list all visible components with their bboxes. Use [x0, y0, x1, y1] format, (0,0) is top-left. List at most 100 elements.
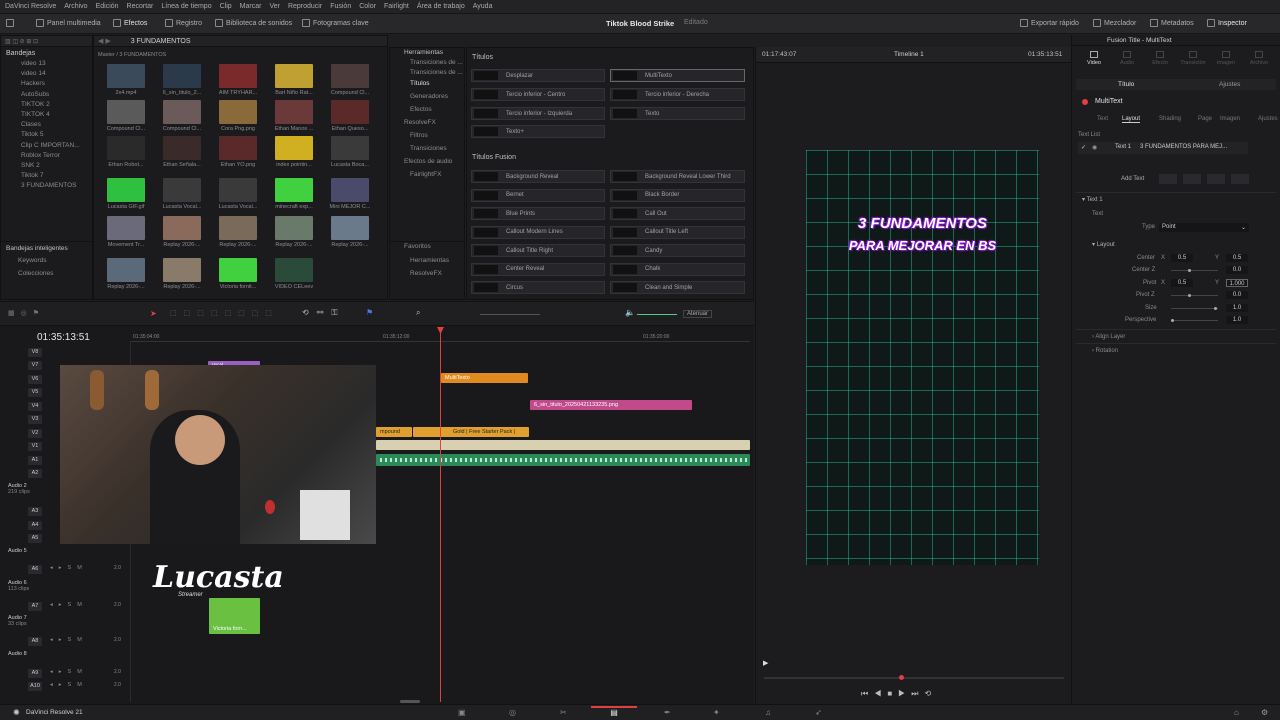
- quick-export-button[interactable]: Exportar rápido: [1020, 19, 1079, 27]
- media-clip-thumbnail[interactable]: [163, 258, 201, 282]
- effects-tree-item[interactable]: Efectos: [390, 105, 464, 118]
- node-tab[interactable]: Ajustes: [1258, 116, 1278, 122]
- fusion-title-tile[interactable]: Callout Title Left: [610, 225, 745, 239]
- add-text-button[interactable]: [1183, 174, 1201, 184]
- flag-icon[interactable]: ⚑: [366, 308, 373, 317]
- media-clip-thumbnail[interactable]: [275, 178, 313, 202]
- media-clip-thumbnail[interactable]: [219, 100, 257, 124]
- transport-controls[interactable]: ⏮◀■▶⏭⟲: [861, 689, 937, 699]
- menu-help[interactable]: Ayuda: [473, 3, 493, 10]
- clip-audio-a1[interactable]: [376, 454, 750, 466]
- media-clip-thumbnail[interactable]: [219, 178, 257, 202]
- track-controls[interactable]: ◂▸SM: [50, 637, 88, 643]
- media-clip-thumbnail[interactable]: [331, 64, 369, 88]
- effects-tree-item[interactable]: Transiciones de ...: [390, 58, 464, 68]
- bin-item[interactable]: Clip C IMPORTAN...: [1, 141, 92, 151]
- centerz-slider[interactable]: [1171, 269, 1218, 272]
- node-tab[interactable]: Text: [1097, 116, 1108, 122]
- bin-item[interactable]: AutoSubs: [1, 90, 92, 100]
- track-controls[interactable]: ◂▸SM: [50, 602, 88, 608]
- section-rotation[interactable]: › Rotation: [1092, 348, 1118, 354]
- audio-track-label[interactable]: A5: [28, 534, 42, 543]
- video-track-label[interactable]: V5: [28, 388, 42, 397]
- favorite-item[interactable]: Herramientas: [390, 256, 449, 269]
- sound-library-button[interactable]: Biblioteca de sonidos: [215, 19, 292, 27]
- bin-item-selected[interactable]: 3 FUNDAMENTOS: [1, 181, 92, 187]
- fusion-title-tile[interactable]: Bernet: [471, 188, 605, 202]
- bin-item[interactable]: TIKTOK 4: [1, 110, 92, 120]
- effects-tree-item-titles[interactable]: Títulos: [390, 79, 464, 92]
- node-tab[interactable]: Page: [1198, 116, 1212, 122]
- title-tile-multitext[interactable]: MultiTexto: [610, 69, 745, 82]
- track-controls[interactable]: ◂▸SM: [50, 669, 88, 675]
- snap-link-icons[interactable]: ⟲⚯⚿: [302, 308, 346, 318]
- media-clip-thumbnail[interactable]: [219, 136, 257, 160]
- mixer-button[interactable]: Mezclador: [1093, 19, 1136, 27]
- keyframes-button[interactable]: Fotogramas clave: [302, 19, 369, 27]
- zoom-icon[interactable]: ⌕: [416, 308, 420, 318]
- fusion-title-tile[interactable]: Background Reveal Lower Third: [610, 170, 745, 183]
- selection-tool-icon[interactable]: ➤: [150, 309, 157, 318]
- menu-fusion[interactable]: Fusión: [330, 3, 351, 10]
- bin-item[interactable]: TIKTOK 2: [1, 100, 92, 110]
- bin-item[interactable]: Roblox Terror: [1, 151, 92, 161]
- audio-track-label[interactable]: A6: [28, 565, 42, 574]
- media-clip-thumbnail[interactable]: [107, 136, 145, 160]
- media-clip-thumbnail[interactable]: [219, 216, 257, 240]
- subtab-settings[interactable]: Ajustes: [1219, 81, 1240, 88]
- metadata-button[interactable]: Metadatos: [1150, 19, 1194, 27]
- zoom-slider[interactable]: [480, 314, 540, 315]
- fairlight-page-icon[interactable]: ♫: [765, 708, 771, 717]
- media-clip-thumbnail[interactable]: [275, 136, 313, 160]
- title-tile-scroll[interactable]: Desplazar: [471, 69, 605, 82]
- effects-tree-item[interactable]: Transiciones: [390, 144, 464, 157]
- fusion-title-tile[interactable]: Candy: [610, 244, 745, 257]
- fusion-title-tile[interactable]: Circus: [471, 281, 605, 294]
- inspector-tab[interactable]: Audio: [1111, 51, 1143, 66]
- media-clip-thumbnail[interactable]: [163, 100, 201, 124]
- video-track-label[interactable]: V7: [28, 361, 42, 370]
- smart-bin-keywords[interactable]: Keywords: [1, 256, 53, 269]
- track-controls[interactable]: ◂▸SM: [50, 682, 88, 688]
- viewer-scrubber[interactable]: [764, 675, 1064, 680]
- subtab-title[interactable]: Título: [1118, 81, 1134, 88]
- add-text-button[interactable]: [1159, 174, 1177, 184]
- clip-gold[interactable]: Gold | Free Starter Pack |: [413, 427, 529, 437]
- audio-track-label[interactable]: A10: [28, 682, 42, 691]
- media-clip-thumbnail[interactable]: [331, 100, 369, 124]
- inspector-tab[interactable]: Archivo: [1243, 51, 1275, 66]
- fusion-title-tile[interactable]: Callout Modern Lines: [471, 225, 605, 239]
- menu-davinci[interactable]: DaVinci Resolve: [5, 3, 56, 10]
- title-tile[interactable]: Tercio inferior - Derecha: [610, 88, 745, 101]
- bin-item[interactable]: Hackers: [1, 79, 92, 89]
- effects-tree-item[interactable]: Transiciones de ...: [390, 68, 464, 78]
- audio-track-label[interactable]: A3: [28, 507, 42, 516]
- effects-tree-item[interactable]: Efectos de audio: [390, 157, 464, 170]
- center-y-field[interactable]: 0.5: [1226, 254, 1248, 262]
- effects-tree-item[interactable]: Filtros: [390, 131, 464, 144]
- checkbox-icon[interactable]: ✓: [1081, 144, 1086, 151]
- video-track-label[interactable]: V8: [28, 348, 42, 357]
- node-tab[interactable]: Imagen: [1220, 116, 1240, 122]
- media-clip-thumbnail[interactable]: [107, 216, 145, 240]
- color-page-icon[interactable]: ✦: [713, 708, 720, 717]
- fusion-title-tile[interactable]: Callout Title Right: [471, 244, 605, 257]
- edit-tools-icons[interactable]: ⬚⬚⬚⬚⬚⬚⬚⬚: [170, 309, 279, 317]
- section-text1[interactable]: ▾ Text 1: [1082, 196, 1103, 203]
- audio-track-label[interactable]: A1: [28, 456, 42, 465]
- timeline-playhead[interactable]: [440, 327, 441, 702]
- pivotz-slider[interactable]: [1171, 294, 1218, 297]
- fusion-page-icon[interactable]: ✒: [664, 708, 671, 717]
- edit-page-icon[interactable]: ▤: [591, 706, 637, 720]
- title-tile[interactable]: Tercio inferior - Centro: [471, 88, 605, 101]
- cut-page-icon-2[interactable]: ✂: [560, 708, 567, 717]
- menu-fairlight[interactable]: Fairlight: [384, 3, 409, 10]
- fusion-title-tile[interactable]: Clean and Simple: [610, 281, 745, 294]
- pivot-x-field[interactable]: 0.5: [1171, 279, 1193, 287]
- menu-timeline[interactable]: Línea de tiempo: [161, 3, 211, 10]
- inspector-tab[interactable]: Transición: [1177, 51, 1209, 66]
- menu-view[interactable]: Ver: [269, 3, 280, 10]
- in-point-icon[interactable]: ▶: [763, 659, 768, 667]
- fusion-title-tile[interactable]: Call Out: [610, 207, 745, 220]
- media-clip-thumbnail[interactable]: [163, 216, 201, 240]
